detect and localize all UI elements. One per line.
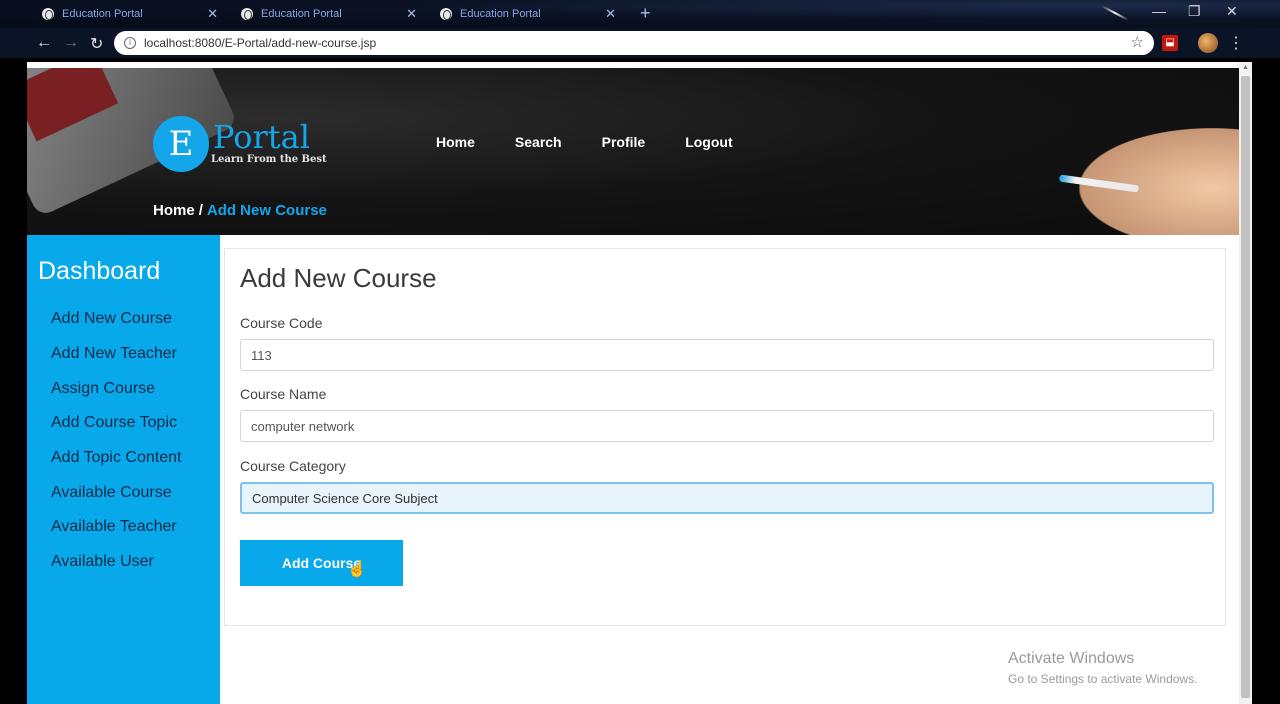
pdf-extension-icon[interactable]: ⬓ [1162,35,1178,51]
globe-icon [42,8,54,20]
course-category-input[interactable]: Computer Science Core Subject [240,482,1214,514]
course-code-label: Course Code [240,315,323,331]
browser-tab-bar: Education Portal ✕ Education Portal ✕ Ed… [0,0,1280,28]
windows-activation-watermark: Activate Windows Go to Settings to activ… [1008,650,1197,686]
course-category-label: Course Category [240,458,346,474]
url-text: localhost:8080/E-Portal/add-new-course.j… [144,36,377,50]
course-name-label: Course Name [240,386,327,402]
browser-tab[interactable]: Education Portal ✕ [426,2,624,26]
watermark-title: Activate Windows [1008,650,1135,667]
tab-title: Education Portal [62,8,143,20]
sidebar-item-add-new-course[interactable]: Add New Course [51,310,172,328]
globe-icon [241,8,253,20]
course-name-input[interactable]: computer network [240,410,1214,442]
sidebar: Dashboard Add New Course Add New Teacher… [27,235,220,704]
tab-title: Education Portal [460,8,541,20]
forward-icon[interactable]: → [63,34,79,52]
sidebar-item-add-topic-content[interactable]: Add Topic Content [51,449,181,467]
page-scrollbar[interactable]: ▲ [1239,62,1252,704]
page-viewport: E Portal Learn From the Best Home Search… [27,62,1252,704]
reload-icon[interactable]: ↻ [90,34,103,54]
nav-search-link[interactable]: Search [515,134,562,150]
breadcrumb-separator: / [198,202,203,219]
breadcrumb-current: Add New Course [206,202,327,219]
background-sparkle [1101,5,1129,21]
bookmark-star-icon[interactable]: ☆ [1131,33,1144,51]
watermark-subtitle: Go to Settings to activate Windows. [1008,672,1198,686]
browser-tab[interactable]: Education Portal ✕ [28,2,226,26]
browser-toolbar: ← → ↻ i localhost:8080/E-Portal/add-new-… [0,28,1280,58]
sidebar-item-available-user[interactable]: Available User [51,553,154,571]
close-icon[interactable]: ✕ [406,6,417,22]
info-icon[interactable]: i [124,37,136,49]
add-course-button[interactable]: Add Course [240,540,403,586]
hand-cursor-icon: ☝ [347,561,367,578]
sidebar-item-add-new-teacher[interactable]: Add New Teacher [51,345,177,363]
scrollbar-thumb[interactable] [1241,76,1250,698]
sidebar-item-available-course[interactable]: Available Course [51,484,172,502]
globe-icon [440,8,452,20]
sidebar-title: Dashboard [38,257,161,285]
restore-icon[interactable]: ❐ [1188,3,1201,20]
scroll-up-icon[interactable]: ▲ [1242,64,1249,71]
close-icon[interactable]: ✕ [605,6,616,22]
browser-menu-icon[interactable]: ⋮ [1228,33,1244,53]
logo-wordmark[interactable]: Portal [213,118,310,156]
logo-tagline: Learn From the Best [211,154,327,165]
window-close-icon[interactable]: ✕ [1226,3,1238,20]
close-icon[interactable]: ✕ [207,6,218,22]
minimize-icon[interactable]: — [1152,3,1166,19]
nav-profile-link[interactable]: Profile [602,134,646,150]
header-banner: E Portal Learn From the Best Home Search… [27,68,1239,235]
logo-mark[interactable]: E [153,116,209,172]
page-title: Add New Course [240,263,437,293]
new-tab-icon[interactable]: + [640,3,651,24]
tab-title: Education Portal [261,8,342,20]
breadcrumb: Home / Add New Course [153,202,327,219]
back-icon[interactable]: ← [36,34,52,52]
breadcrumb-home[interactable]: Home [153,202,195,219]
nav-home-link[interactable]: Home [436,134,475,150]
course-code-input[interactable]: 113 [240,339,1214,371]
top-nav: Home Search Profile Logout [436,134,773,150]
browser-tab[interactable]: Education Portal ✕ [227,2,425,26]
sidebar-item-add-course-topic[interactable]: Add Course Topic [51,414,177,432]
sidebar-item-available-teacher[interactable]: Available Teacher [51,518,177,536]
address-bar[interactable]: i localhost:8080/E-Portal/add-new-course… [114,31,1154,55]
nav-logout-link[interactable]: Logout [685,134,732,150]
profile-avatar-icon[interactable] [1198,33,1218,53]
add-course-form: Add New Course Course Code 113 Course Na… [224,248,1226,626]
sidebar-item-assign-course[interactable]: Assign Course [51,380,155,398]
